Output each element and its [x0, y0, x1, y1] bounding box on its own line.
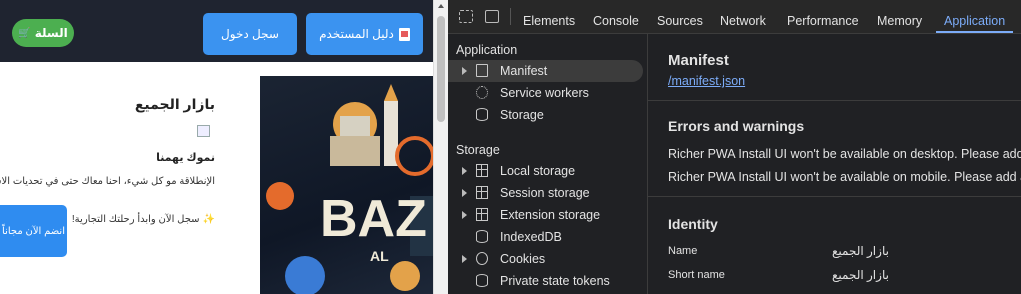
- sidebar-heading-storage: Storage: [456, 143, 500, 157]
- shop-title: بازار الجميع: [134, 96, 215, 112]
- sidebar-item-session-storage[interactable]: Session storage: [448, 182, 643, 204]
- sparkles-icon: ✨: [202, 214, 215, 225]
- tab-sources[interactable]: Sources: [657, 0, 703, 33]
- devtools-panel: Elements Console Sources Network Perform…: [448, 0, 1021, 294]
- cta-text: ✨ سجل الآن وابدأ رحلتك التجارية!: [72, 214, 215, 225]
- sidebar-item-indexeddb[interactable]: IndexedDB: [448, 226, 643, 248]
- file-icon: [476, 64, 488, 77]
- inspect-element-icon[interactable]: [459, 10, 473, 23]
- expand-arrow-icon[interactable]: [462, 255, 467, 263]
- identity-value-short-name: بازار الجميع: [832, 268, 889, 282]
- database-icon: [476, 230, 488, 243]
- sidebar-item-cookies[interactable]: Cookies: [448, 248, 643, 270]
- application-sidebar: Application Manifest Service workers Sto…: [448, 34, 648, 294]
- identity-key-name: Name: [668, 245, 698, 257]
- scroll-up-arrow-icon[interactable]: [438, 4, 444, 8]
- sidebar-item-label: Manifest: [500, 64, 548, 78]
- section-divider: [648, 196, 1021, 197]
- sidebar-heading-application: Application: [456, 43, 518, 57]
- login-label: سجل دخول: [221, 27, 279, 41]
- device-toolbar-icon[interactable]: [485, 10, 499, 23]
- cookie-icon: [476, 252, 488, 265]
- tab-application[interactable]: Application: [935, 0, 1014, 33]
- top-navbar: 🛒 السلة سجل دخول دليل المستخدم: [0, 0, 433, 62]
- join-label: انضم الآن مجاناً: [2, 225, 65, 237]
- toolbar-divider: [510, 8, 511, 25]
- sidebar-item-label: Cookies: [500, 252, 546, 266]
- join-now-button[interactable]: انضم الآن مجاناً: [0, 205, 67, 257]
- chart-icon: [197, 125, 210, 137]
- sidebar-item-label: Service workers: [500, 86, 589, 100]
- expand-arrow-icon[interactable]: [462, 211, 467, 219]
- expand-arrow-icon[interactable]: [462, 189, 467, 197]
- scroll-thumb[interactable]: [437, 16, 445, 122]
- page-scrollbar[interactable]: [433, 0, 448, 294]
- cta-label: سجل الآن وابدأ رحلتك التجارية!: [71, 214, 200, 225]
- cart-button[interactable]: 🛒 السلة: [12, 19, 74, 47]
- bazaar-logo-image: BAZ AL: [260, 76, 433, 294]
- devtools-tabbar: Elements Console Sources Network Perform…: [448, 0, 1021, 34]
- warning-message: Richer PWA Install UI won't be available…: [668, 147, 1021, 161]
- sidebar-item-extension-storage[interactable]: Extension storage: [448, 204, 643, 226]
- sidebar-item-label: Private state tokens: [500, 274, 610, 288]
- manifest-link[interactable]: /manifest.json: [668, 74, 745, 88]
- login-button[interactable]: سجل دخول: [203, 13, 297, 55]
- hero-subtext: AL: [370, 248, 389, 264]
- table-icon: [476, 208, 488, 221]
- warning-message: Richer PWA Install UI won't be available…: [668, 170, 1021, 184]
- sidebar-item-storage[interactable]: Storage: [448, 104, 643, 126]
- cart-icon: 🛒: [18, 27, 31, 39]
- expand-arrow-icon[interactable]: [462, 167, 467, 175]
- sidebar-item-service-workers[interactable]: Service workers: [448, 82, 643, 104]
- sidebar-item-label: Extension storage: [500, 208, 601, 222]
- sidebar-item-label: Storage: [500, 108, 544, 122]
- identity-heading: Identity: [668, 216, 718, 232]
- table-icon: [476, 186, 488, 199]
- tab-performance[interactable]: Performance: [787, 0, 859, 33]
- database-icon: [476, 274, 488, 287]
- section-divider: [648, 100, 1021, 101]
- database-icon: [476, 108, 488, 121]
- manifest-title: Manifest: [668, 52, 729, 69]
- user-guide-label: دليل المستخدم: [319, 27, 394, 41]
- subtitle: نموك يهمنا: [156, 152, 215, 164]
- errors-heading: Errors and warnings: [668, 118, 805, 134]
- identity-key-short-name: Short name: [668, 269, 725, 281]
- sidebar-item-label: IndexedDB: [500, 230, 562, 244]
- tab-elements[interactable]: Elements: [523, 0, 575, 33]
- hero-text: BAZ: [320, 190, 427, 248]
- cart-label: السلة: [34, 26, 68, 40]
- sidebar-item-local-storage[interactable]: Local storage: [448, 160, 643, 182]
- sidebar-item-label: Session storage: [500, 186, 590, 200]
- tab-network[interactable]: Network: [720, 0, 766, 33]
- manifest-pane: Manifest /manifest.json Errors and warni…: [648, 34, 1021, 294]
- expand-arrow-icon[interactable]: [462, 67, 467, 75]
- user-guide-button[interactable]: دليل المستخدم: [306, 13, 423, 55]
- table-icon: [476, 164, 488, 177]
- sidebar-item-label: Local storage: [500, 164, 576, 178]
- tab-memory[interactable]: Memory: [877, 0, 922, 33]
- tab-console[interactable]: Console: [593, 0, 639, 33]
- book-icon: [398, 27, 410, 41]
- identity-value-name: بازار الجميع: [832, 244, 889, 258]
- sidebar-item-private-state-tokens[interactable]: Private state tokens: [448, 270, 643, 292]
- description: الإنطلاقة مو كل شيء، احنا معاك حتى في تح…: [0, 176, 215, 187]
- sidebar-item-manifest[interactable]: Manifest: [448, 60, 643, 82]
- gear-icon: [476, 86, 488, 99]
- web-page: 🛒 السلة سجل دخول دليل المستخدم BAZ AL با…: [0, 0, 433, 294]
